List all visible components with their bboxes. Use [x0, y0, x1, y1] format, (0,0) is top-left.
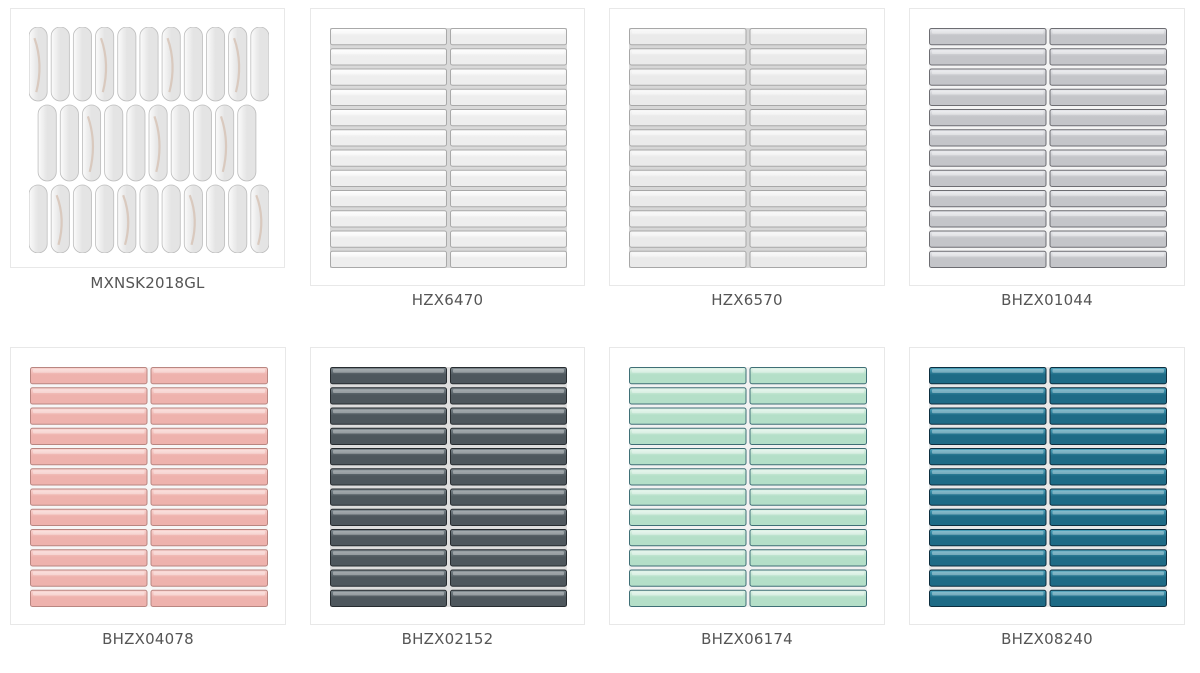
product-card[interactable]: BHZX04078 — [10, 347, 286, 652]
product-image-frame[interactable] — [10, 8, 285, 268]
product-card[interactable]: BHZX08240 — [909, 347, 1185, 652]
product-tile-image[interactable] — [629, 367, 867, 607]
product-code[interactable]: HZX6570 — [609, 291, 885, 309]
product-image-frame[interactable] — [10, 347, 286, 625]
product-tile-image[interactable] — [929, 28, 1167, 268]
product-tile-image[interactable] — [629, 28, 867, 268]
product-card[interactable]: MXNSK2018GL — [10, 8, 285, 298]
product-image-frame[interactable] — [909, 347, 1185, 625]
product-image-frame[interactable] — [909, 8, 1185, 286]
product-card[interactable]: BHZX02152 — [310, 347, 585, 652]
product-tile-image[interactable] — [29, 27, 269, 253]
product-tile-image[interactable] — [30, 367, 268, 607]
product-code[interactable]: HZX6470 — [310, 291, 585, 309]
product-card[interactable]: BHZX01044 — [909, 8, 1185, 313]
product-code[interactable]: BHZX01044 — [909, 291, 1185, 309]
product-tile-image[interactable] — [929, 367, 1167, 607]
product-tile-image[interactable] — [330, 28, 567, 268]
product-code[interactable]: BHZX08240 — [909, 630, 1185, 648]
product-code[interactable]: BHZX04078 — [10, 630, 286, 648]
product-image-frame[interactable] — [609, 8, 885, 286]
product-image-frame[interactable] — [609, 347, 885, 625]
product-code[interactable]: MXNSK2018GL — [10, 274, 285, 292]
product-tile-image[interactable] — [330, 367, 567, 607]
product-card[interactable]: HZX6570 — [609, 8, 885, 313]
product-image-frame[interactable] — [310, 8, 585, 286]
product-card[interactable]: HZX6470 — [310, 8, 585, 313]
product-code[interactable]: BHZX02152 — [310, 630, 585, 648]
product-code[interactable]: BHZX06174 — [609, 630, 885, 648]
product-image-frame[interactable] — [310, 347, 585, 625]
product-card[interactable]: BHZX06174 — [609, 347, 885, 652]
